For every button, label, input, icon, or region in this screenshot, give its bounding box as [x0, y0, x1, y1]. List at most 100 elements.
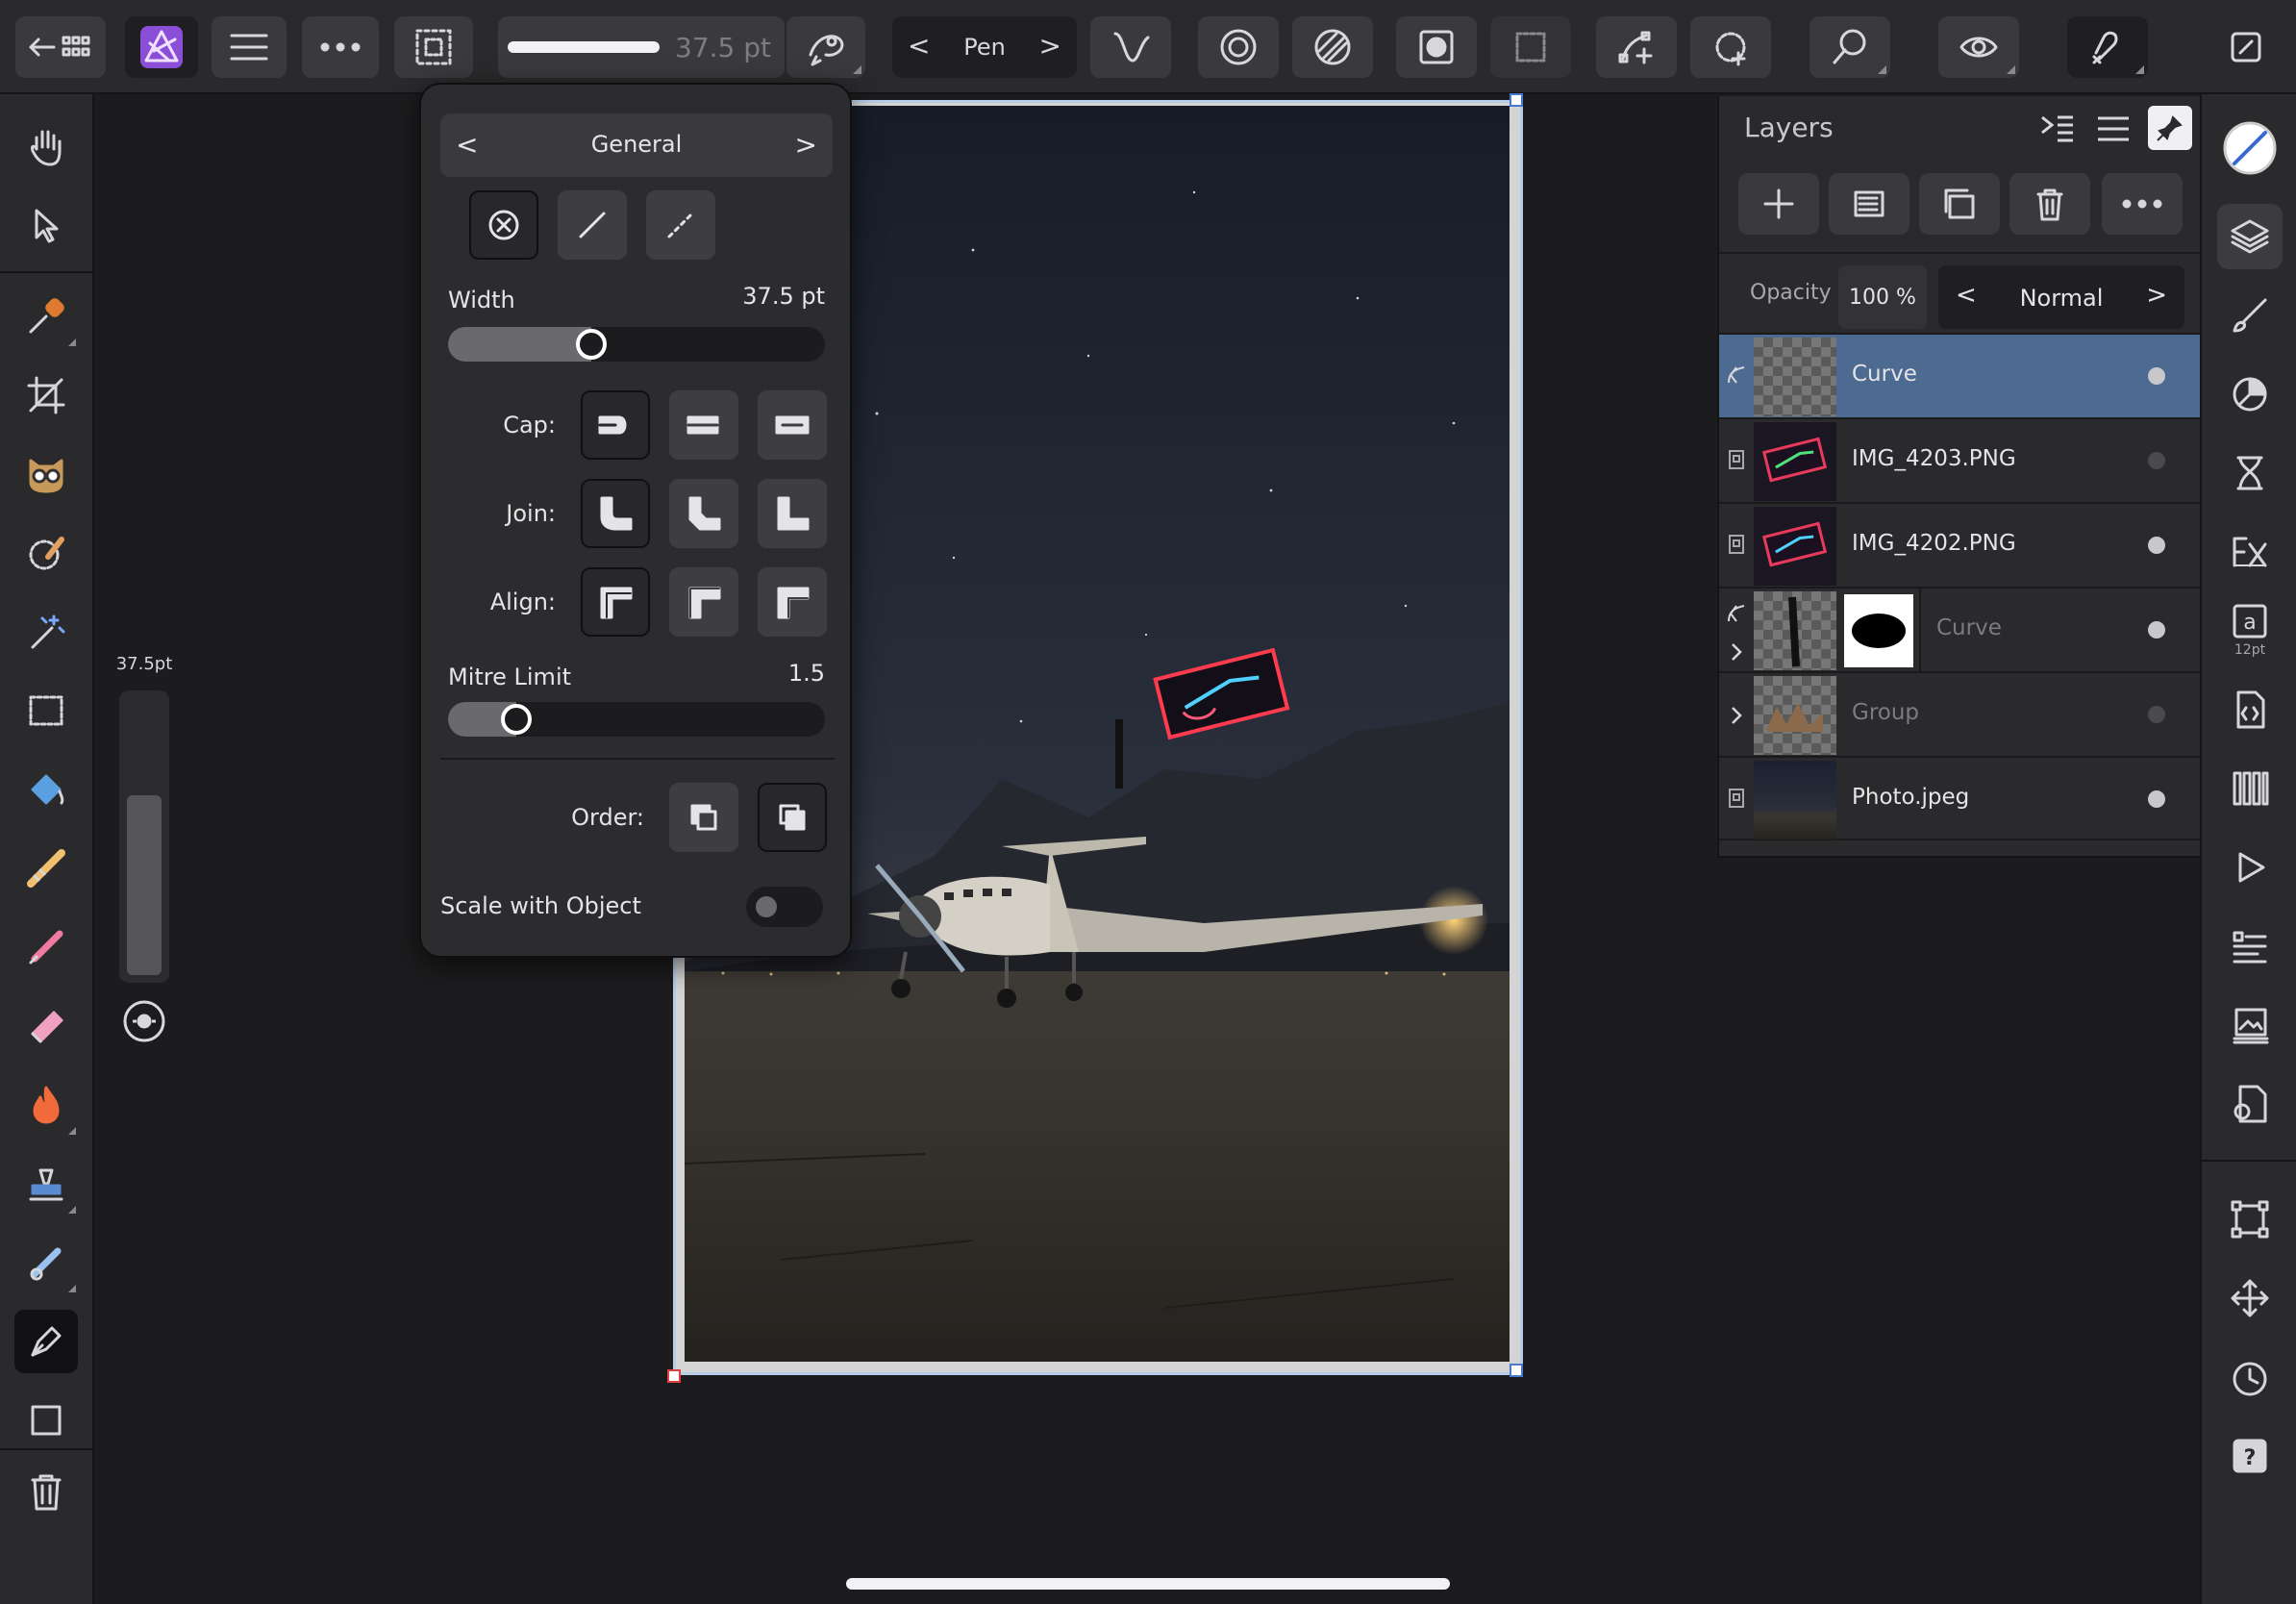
document-settings-button[interactable] [2217, 1071, 2283, 1137]
opacity-field[interactable]: 100 % [1838, 265, 1927, 329]
snapshots-studio-button[interactable] [2217, 1344, 2283, 1410]
layer-row[interactable]: Curve [1719, 333, 2202, 417]
stroke-width-control[interactable]: 37.5 pt [498, 16, 785, 78]
red-eye-tool[interactable] [14, 442, 78, 506]
cap-butt-button[interactable] [581, 390, 650, 460]
next-category-arrow[interactable]: > [795, 129, 817, 161]
rectangle-tool[interactable] [14, 1389, 78, 1452]
view-mode-button[interactable] [1938, 16, 2019, 78]
help-button[interactable]: ? [2217, 1423, 2283, 1489]
smooth-curve-button[interactable] [1090, 16, 1171, 78]
selection-mode-button[interactable] [394, 16, 473, 78]
add-group-button[interactable] [1919, 173, 2000, 235]
layer-options-button[interactable] [2102, 173, 2183, 235]
flood-fill-tool[interactable] [14, 758, 78, 821]
layers-studio-button[interactable] [2217, 204, 2283, 269]
magic-wand-tool[interactable] [14, 600, 78, 664]
pen-tool[interactable] [14, 1310, 78, 1373]
history-studio-button[interactable] [2217, 440, 2283, 506]
previous-brush-arrow[interactable]: < [908, 30, 930, 62]
brush-size-slider[interactable] [119, 690, 169, 983]
cap-round-button[interactable] [669, 390, 738, 460]
fullscreen-button[interactable] [2211, 16, 2281, 78]
gradient-tool[interactable] [14, 837, 78, 900]
marquee-tool[interactable] [14, 679, 78, 742]
order-front-button[interactable] [758, 783, 827, 852]
menu-button[interactable] [212, 16, 287, 78]
back-to-gallery-button[interactable] [15, 16, 106, 78]
collapse-panel-button[interactable] [2034, 106, 2081, 152]
clone-tool[interactable] [14, 1152, 78, 1216]
ring-mode-button[interactable] [1198, 16, 1279, 78]
color-studio-button[interactable] [2217, 115, 2283, 181]
pressure-button[interactable] [786, 16, 865, 78]
width-slider-knob[interactable] [575, 329, 607, 360]
align-center-button[interactable] [581, 567, 650, 637]
crop-tool[interactable] [14, 363, 78, 427]
view-tool[interactable] [14, 115, 78, 179]
align-outside-button[interactable] [758, 567, 827, 637]
adjustments-studio-button[interactable] [2217, 362, 2283, 427]
layer-row[interactable]: Group [1719, 671, 2202, 756]
add-node-button[interactable] [1596, 16, 1677, 78]
text-studio-button[interactable]: a 12pt [2217, 598, 2283, 664]
add-shape-node-button[interactable] [1690, 16, 1771, 78]
order-behind-button[interactable] [669, 783, 738, 852]
resize-handle-bottom-right[interactable] [1510, 1364, 1523, 1377]
join-bevel-button[interactable] [669, 479, 738, 548]
visibility-toggle[interactable] [2148, 706, 2165, 723]
color-picker-tool[interactable] [14, 285, 78, 348]
visibility-toggle[interactable] [2148, 621, 2165, 639]
swatches-studio-button[interactable] [2217, 756, 2283, 821]
brush-selector[interactable]: < Pen > [892, 16, 1077, 78]
dodge-burn-tool[interactable] [14, 1073, 78, 1137]
expand-chevron-icon[interactable] [1727, 704, 1746, 727]
mask-mode-button[interactable] [1396, 16, 1477, 78]
effects-studio-button[interactable] [2217, 519, 2283, 585]
hatched-mode-button[interactable] [1292, 16, 1373, 78]
visibility-toggle[interactable] [2148, 452, 2165, 469]
next-blend-arrow[interactable]: > [2146, 281, 2167, 310]
width-slider[interactable] [448, 327, 825, 362]
delete-layer-button[interactable] [2009, 173, 2090, 235]
delete-tool[interactable] [14, 1460, 78, 1523]
layer-row[interactable]: IMG_4203.PNG [1719, 417, 2202, 502]
side-slider-toggle[interactable] [119, 996, 169, 1046]
panel-menu-button[interactable] [2090, 106, 2136, 152]
snapping-button[interactable] [2067, 16, 2148, 78]
erase-tool[interactable] [14, 994, 78, 1058]
stroke-category-selector[interactable]: < General > [440, 113, 833, 177]
transform-studio-button[interactable] [2217, 1187, 2283, 1252]
scale-with-object-toggle[interactable] [746, 887, 823, 927]
move-studio-button[interactable] [2217, 1266, 2283, 1331]
layer-row[interactable]: Curve [1719, 587, 2202, 673]
mitre-slider-knob[interactable] [500, 704, 532, 735]
join-round-button[interactable] [581, 479, 650, 548]
dashed-stroke-button[interactable] [646, 190, 715, 260]
more-options-button[interactable] [302, 16, 379, 78]
channels-studio-button[interactable] [2217, 914, 2283, 979]
solid-stroke-button[interactable] [558, 190, 627, 260]
move-tool[interactable] [14, 194, 78, 258]
paint-brush-tool[interactable] [14, 915, 78, 979]
navigator-studio-button[interactable] [2217, 992, 2283, 1058]
blend-mode-selector[interactable]: < Normal > [1938, 265, 2184, 329]
retouch-tool[interactable] [14, 1231, 78, 1294]
expand-chevron-icon[interactable] [1727, 640, 1746, 664]
visibility-toggle[interactable] [2148, 790, 2165, 808]
macro-studio-button[interactable] [2217, 677, 2283, 742]
layer-row[interactable]: Photo.jpeg [1719, 756, 2202, 840]
visibility-toggle[interactable] [2148, 537, 2165, 554]
cap-square-button[interactable] [758, 390, 827, 460]
resize-handle-bottom-left[interactable] [667, 1369, 681, 1383]
no-stroke-button[interactable] [469, 190, 538, 260]
play-macro-button[interactable] [2217, 835, 2283, 900]
brushes-studio-button[interactable] [2217, 283, 2283, 348]
pin-panel-button[interactable] [2148, 106, 2192, 150]
add-pixel-layer-button[interactable] [1829, 173, 1909, 235]
resize-handle-top-right[interactable] [1510, 93, 1523, 107]
align-inside-button[interactable] [669, 567, 738, 637]
dashed-frame-button[interactable] [1490, 16, 1571, 78]
layer-row[interactable]: IMG_4202.PNG [1719, 502, 2202, 587]
visibility-toggle[interactable] [2148, 367, 2165, 385]
